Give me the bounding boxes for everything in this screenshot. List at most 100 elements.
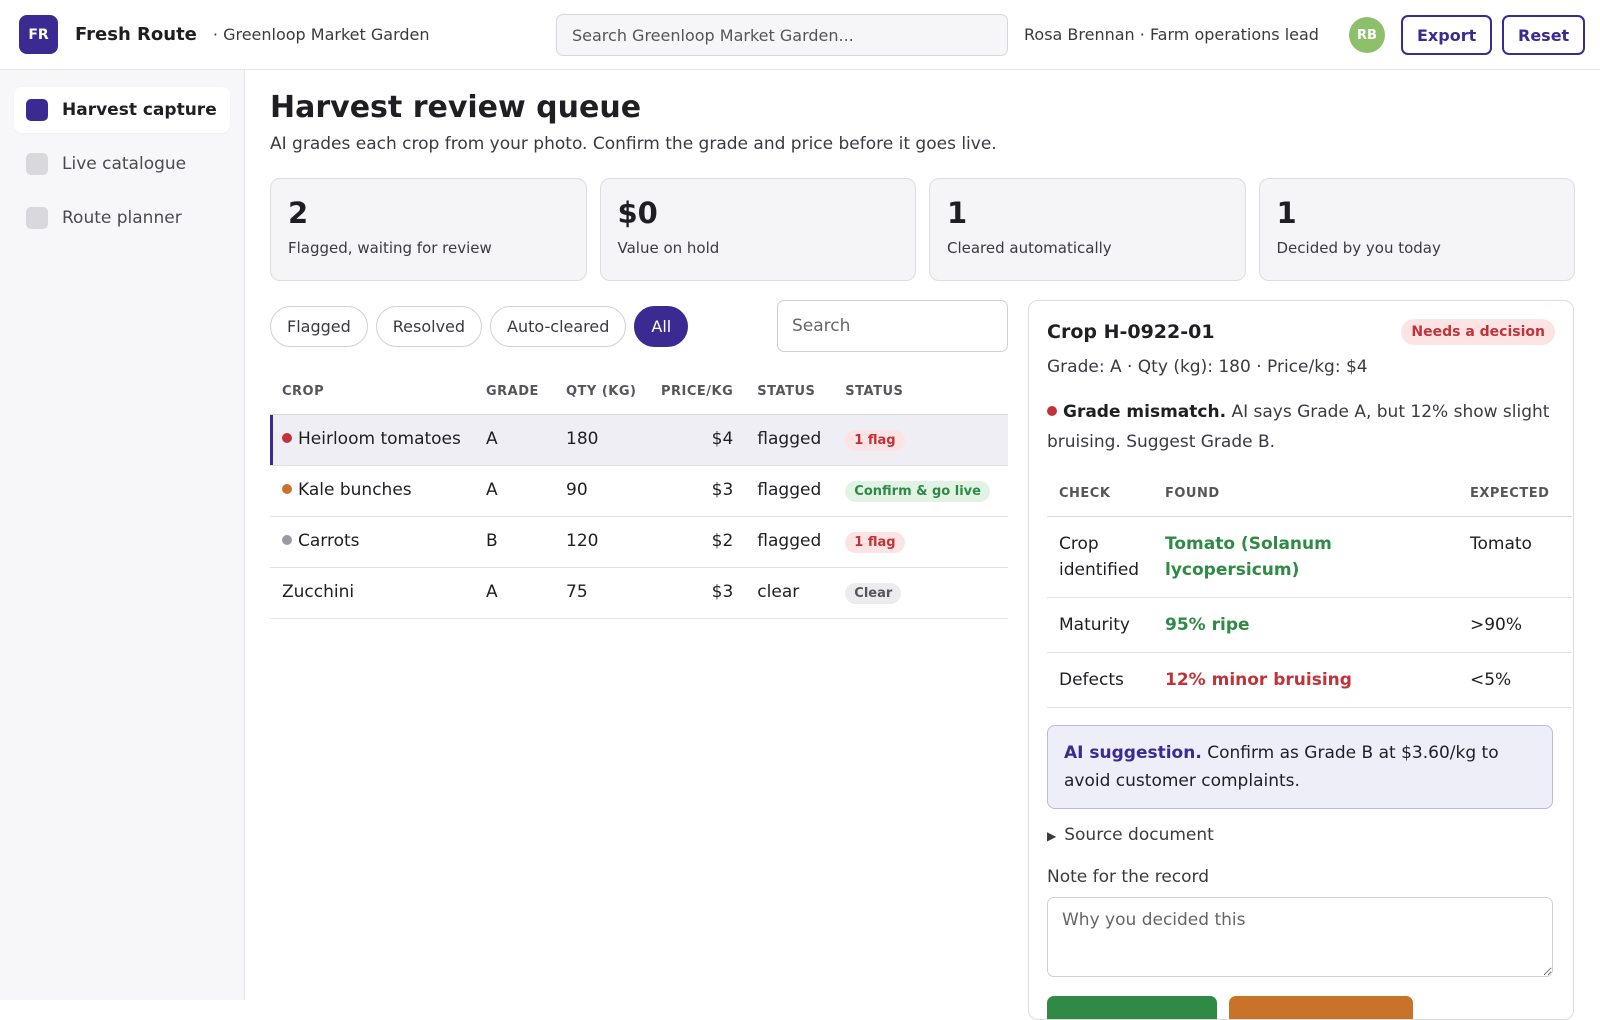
column-header[interactable]: CROP [270,370,474,415]
source-document-label: Source document [1064,824,1214,845]
status-dot-icon [282,432,292,443]
export-button[interactable]: Export [1401,15,1493,55]
check-row: Defects 12% minor bruising <5% [1047,652,1572,708]
stat-value: $0 [617,196,658,230]
user-name: Rosa Brennan · Farm operations lead [1024,25,1319,44]
app-logo: FR [19,15,58,54]
column-header[interactable]: GRADE [474,370,554,415]
check-row: Maturity 95% ripe >90% [1047,597,1572,653]
crop-name: Heirloom tomatoes [298,428,461,449]
global-search-input[interactable] [556,14,1008,56]
checks-header-row: CHECK FOUND EXPECTED [1047,472,1572,517]
stat-value: 1 [1276,196,1297,230]
note-label: Note for the record [1047,866,1210,887]
filter-chip-all[interactable]: All [634,306,689,347]
triangle-right-icon: ▶ [1047,828,1057,843]
crop-table: CROP GRADE QTY (KG) PRICE/KG STATUS STAT… [270,370,1008,619]
crop-name: Carrots [298,530,360,551]
page-title: Harvest review queue [270,90,642,125]
confirm-go-live-button[interactable]: Confirm & go live [845,480,990,502]
stat-card-cleared: 1 Cleared automatically [929,178,1246,281]
check-found: 12% minor bruising [1153,652,1458,708]
detail-meta: Grade: A · Qty (kg): 180 · Price/kg: $4 [1047,357,1368,377]
stat-label: Cleared automatically [947,239,1112,257]
harvest-capture-icon [26,99,48,121]
filter-chip-auto-cleared[interactable]: Auto-cleared [490,306,627,347]
filter-chip-flagged[interactable]: Flagged [270,306,368,347]
check-expected: Tomato [1458,516,1572,598]
page-subtitle: AI grades each crop from your photo. Con… [270,134,997,154]
qty-cell: 180 [554,414,649,466]
crop-name: Zucchini [282,581,355,602]
check-name: Defects [1047,652,1153,708]
status-dot-icon [282,534,292,545]
organization-name: · Greenloop Market Garden [212,25,430,44]
grade-cell: B [474,516,554,568]
stat-value: 2 [288,196,309,230]
grade-cell: A [474,465,554,517]
source-document-toggle[interactable]: ▶ Source document [1047,825,1555,845]
price-cell: $3 [649,465,746,517]
sidebar-item-route-planner[interactable]: Route planner [14,195,230,241]
reset-button[interactable]: Reset [1502,15,1586,55]
column-header[interactable]: STATUS [833,370,1008,415]
sidebar-item-label: Route planner [62,208,182,228]
price-cell: $3 [649,567,746,619]
check-expected: <5% [1458,652,1572,708]
status-badge-cell: Confirm & go live [833,465,1008,517]
needs-decision-badge: Needs a decision [1401,319,1555,345]
warning-dot-icon [1047,406,1057,416]
qty-cell: 90 [554,465,649,517]
status-cell: flagged [745,414,834,466]
main-content: Harvest review queue AI grades each crop… [270,70,1575,619]
sidebar-item-label: Harvest capture [62,100,217,120]
qty-cell: 120 [554,516,649,568]
route-planner-icon [26,207,48,229]
table-row[interactable]: Kale bunches A 90 $3 flagged Confirm & g… [270,465,1008,517]
status-badge-cell: 1 flag [833,414,1008,466]
ai-suggestion-box: AI suggestion. Confirm as Grade B at $3.… [1047,724,1553,809]
crop-cell: Carrots [270,516,474,568]
sidebar: Harvest capture Live catalogue Route pla… [0,70,245,1000]
stats-row: 2 Flagged, waiting for review $0 Value o… [270,178,1575,281]
checks-table: CHECK FOUND EXPECTED Crop identified Tom… [1047,472,1572,708]
sidebar-item-live-catalogue[interactable]: Live catalogue [14,141,230,187]
crop-detail-panel: Crop H-0922-01 Needs a decision Grade: A… [1028,300,1574,1020]
filter-chips: Flagged Resolved Auto-cleared All [270,306,689,347]
table-row[interactable]: Heirloom tomatoes A 180 $4 flagged 1 fla… [270,414,1008,466]
check-row: Crop identified Tomato (Solanum lycopers… [1047,516,1572,598]
price-cell: $4 [649,414,746,466]
table-search-input[interactable] [777,300,1008,352]
table-header-row: CROP GRADE QTY (KG) PRICE/KG STATUS STAT… [270,370,1008,415]
column-header: EXPECTED [1458,472,1572,517]
column-header[interactable]: QTY (KG) [554,370,649,415]
check-found: 95% ripe [1153,597,1458,653]
crop-cell: Heirloom tomatoes [270,414,474,466]
table-row[interactable]: Carrots B 120 $2 flagged 1 flag [270,516,1008,568]
grade-mismatch-warning: Grade mismatch. AI says Grade A, but 12%… [1047,397,1555,457]
note-textarea[interactable] [1047,896,1553,977]
grade-cell: A [474,414,554,466]
suggestion-title: AI suggestion. [1064,742,1202,763]
check-name: Maturity [1047,597,1153,653]
column-header[interactable]: STATUS [745,370,834,415]
grade-cell: A [474,567,554,619]
status-badge: Clear [845,582,902,604]
status-cell: flagged [745,465,834,517]
avatar[interactable]: RB [1349,17,1385,53]
top-bar: FR Fresh Route · Greenloop Market Garden… [0,0,1600,70]
crop-name: Kale bunches [298,479,412,500]
crop-cell: Zucchini [270,567,474,619]
table-row[interactable]: Zucchini A 75 $3 clear Clear [270,567,1008,619]
price-cell: $2 [649,516,746,568]
crop-cell: Kale bunches [270,465,474,517]
filter-chip-resolved[interactable]: Resolved [375,306,483,347]
stat-value: 1 [947,196,968,230]
column-header[interactable]: PRICE/KG [649,370,746,415]
check-name: Crop identified [1047,516,1153,598]
sidebar-item-harvest-capture[interactable]: Harvest capture [14,87,230,133]
status-badge: 1 flag [845,531,905,553]
qty-cell: 75 [554,567,649,619]
brand-name: Fresh Route [75,24,197,45]
stat-label: Flagged, waiting for review [288,239,492,257]
